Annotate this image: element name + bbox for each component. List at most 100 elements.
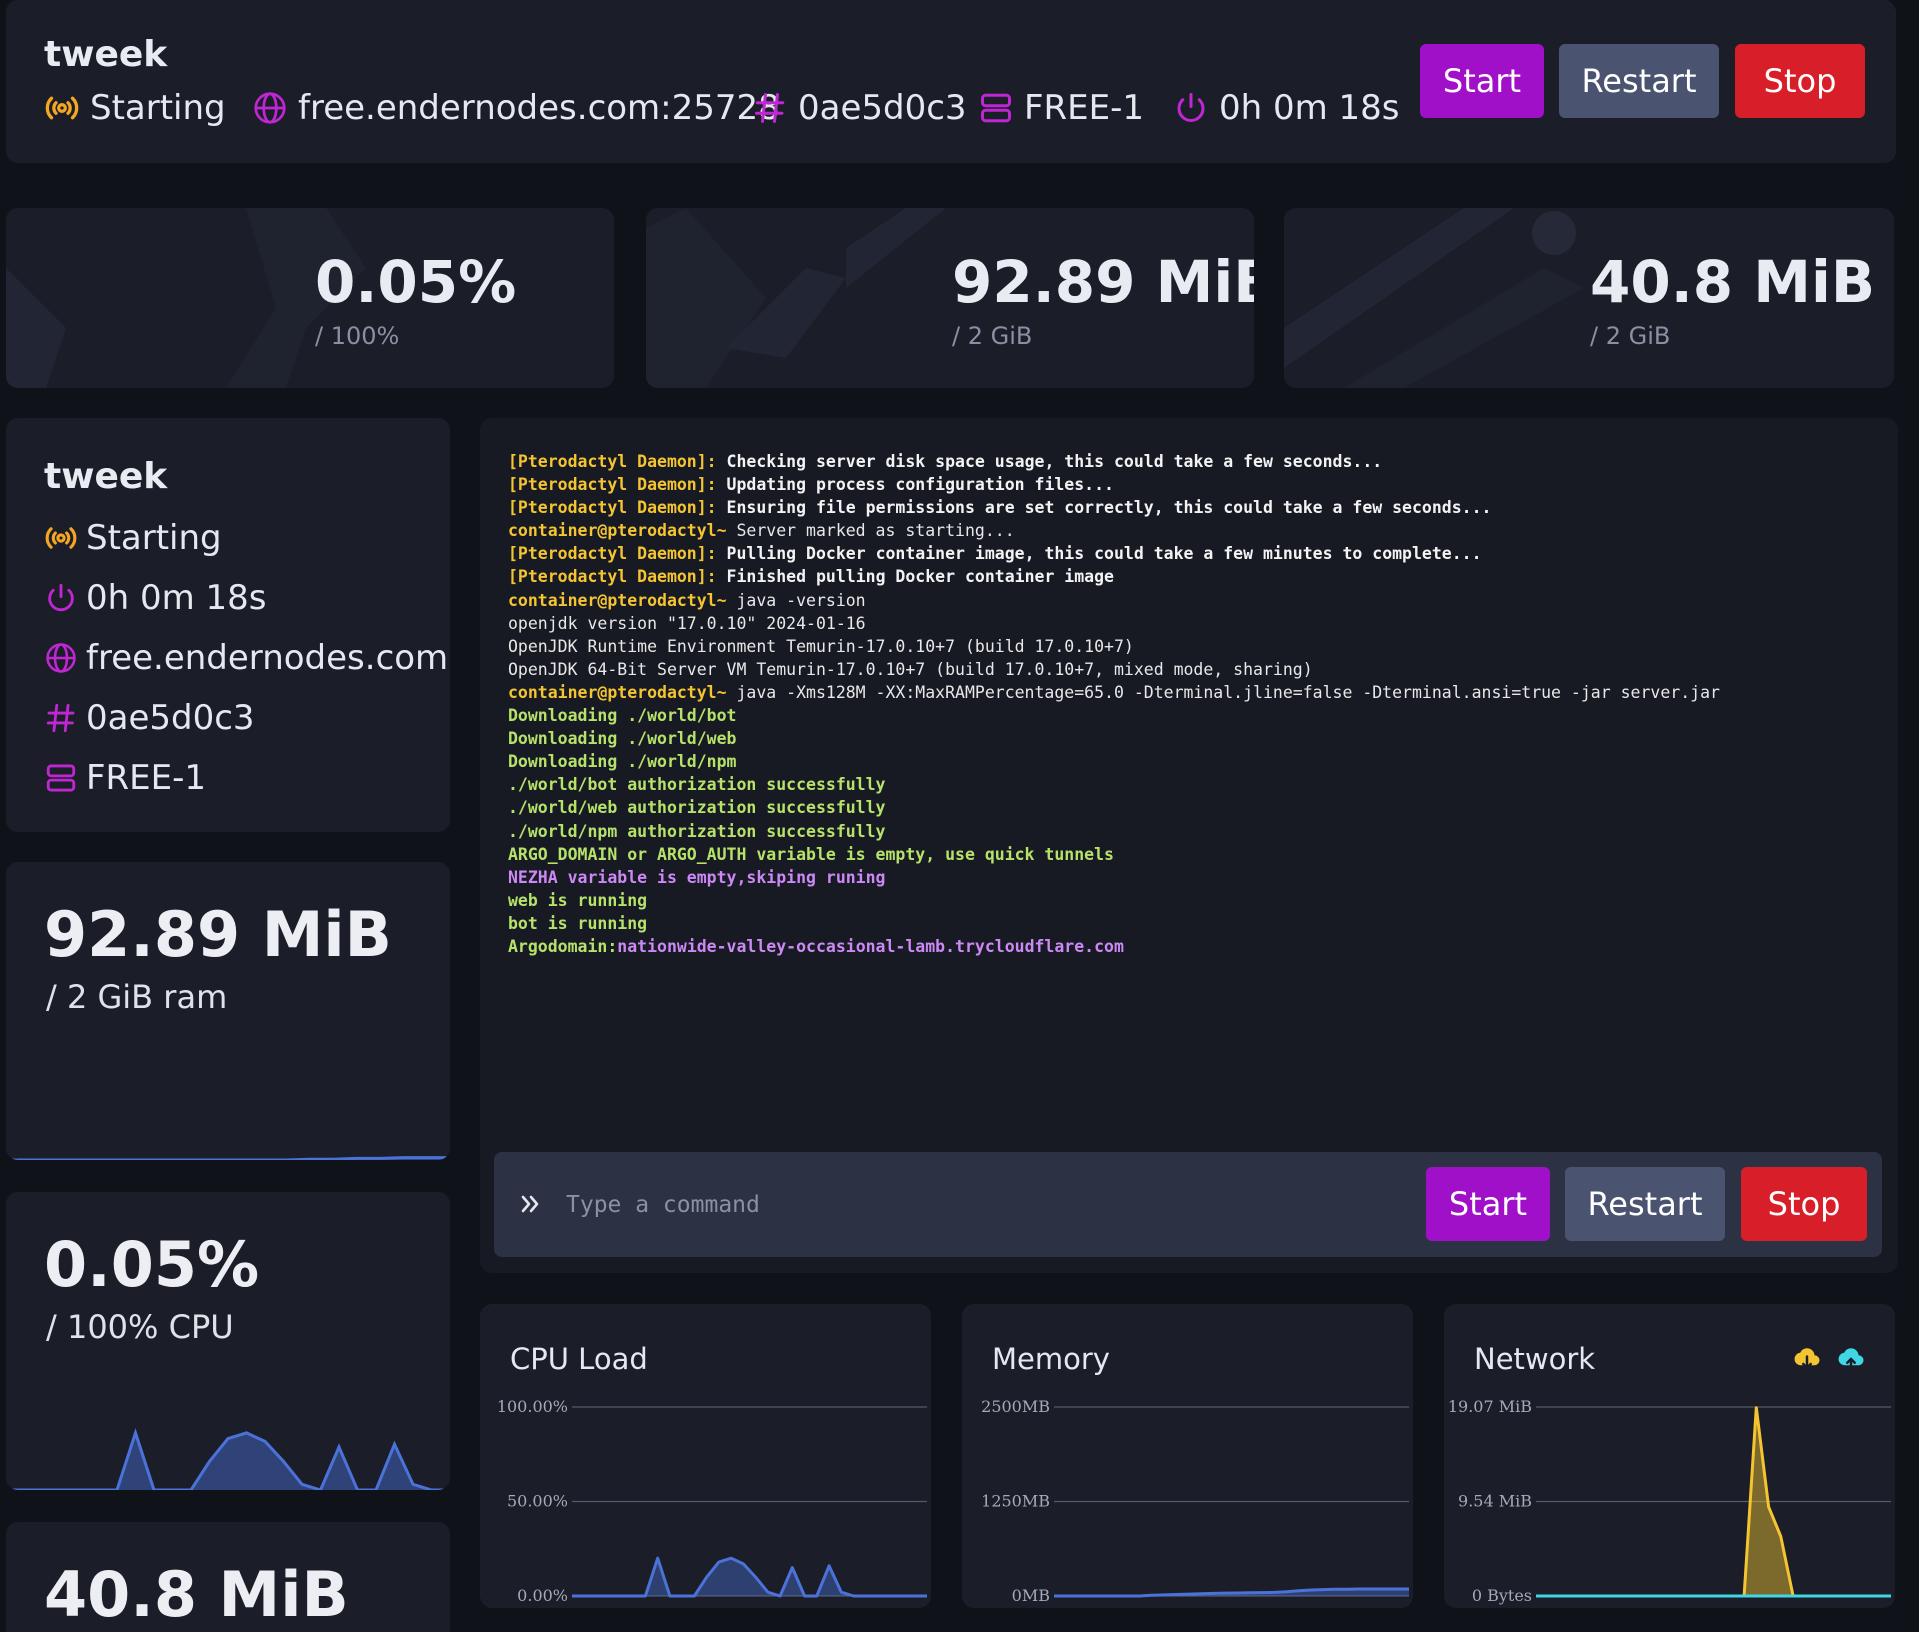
network-chart: 19.07 MiB 9.54 MiB 0 Bytes xyxy=(1448,1397,1891,1605)
console-start-button[interactable]: Start xyxy=(1426,1167,1550,1241)
server-node: FREE-1 xyxy=(978,88,1144,128)
sidebar-disk-value: 40.8 MiB xyxy=(44,1558,349,1631)
console-segment: Ensuring file permissions are set correc… xyxy=(716,498,1492,518)
uptime-text: 0h 0m 18s xyxy=(1219,88,1400,128)
console-line: ./world/npm authorization successfully xyxy=(508,820,1878,843)
broadcast-icon xyxy=(45,96,79,120)
stop-button[interactable]: Stop xyxy=(1735,44,1865,118)
console-line: [Pterodactyl Daemon]: Pulling Docker con… xyxy=(508,542,1878,565)
memory-stat-limit: / 2 GiB xyxy=(952,322,1033,350)
y-tick-label: 0 Bytes xyxy=(1472,1586,1532,1605)
command-input[interactable] xyxy=(566,1180,1386,1230)
console-segment: OpenJDK Runtime Environment Temurin-17.0… xyxy=(508,636,1134,656)
console-output: [Pterodactyl Daemon]: Checking server di… xyxy=(508,450,1878,958)
sidebar-node-text: FREE-1 xyxy=(86,758,207,798)
disk-stat-limit: / 2 GiB xyxy=(1590,322,1671,350)
console-segment: nationwide-valley-occasional-lamb.tryclo… xyxy=(617,936,1124,956)
console-segment: [Pterodactyl Daemon]: xyxy=(508,544,717,564)
double-chevron-right-icon xyxy=(521,1195,539,1213)
console-panel: [Pterodactyl Daemon]: Checking server di… xyxy=(480,418,1898,1273)
server-uptime: 0h 0m 18s xyxy=(1173,88,1400,128)
console-line: bot is running xyxy=(508,912,1878,935)
console-segment: java -version xyxy=(726,590,866,610)
sidebar-node: FREE-1 xyxy=(44,758,206,798)
sidebar-memory-card: 92.89 MiB / 2 GiB ram xyxy=(6,862,450,1160)
disk-stat-value: 40.8 MiB xyxy=(1590,248,1876,316)
sidebar-server-name: tweek xyxy=(44,456,168,497)
console-line: container@pterodactyl~ Server marked as … xyxy=(508,519,1878,542)
console-line: OpenJDK 64-Bit Server VM Temurin-17.0.10… xyxy=(508,658,1878,681)
sidebar-memory-sparkline xyxy=(6,1156,450,1160)
y-tick-label: 1250MB xyxy=(981,1492,1050,1511)
y-tick-label: 0MB xyxy=(1012,1586,1050,1605)
console-segment: web is running xyxy=(508,890,648,910)
power-icon xyxy=(48,583,74,612)
console-stop-button[interactable]: Stop xyxy=(1741,1167,1867,1241)
console-segment: container@pterodactyl~ xyxy=(508,521,727,541)
console-segment: ./world/npm authorization successfully xyxy=(508,821,886,841)
broadcast-icon xyxy=(45,527,77,549)
server-icon xyxy=(46,764,76,792)
server-icon xyxy=(981,93,1011,123)
status-text: Starting xyxy=(90,88,226,128)
console-restart-button[interactable]: Restart xyxy=(1565,1167,1725,1241)
y-tick-label: 2500MB xyxy=(981,1397,1050,1416)
sidebar-memory-limit: / 2 GiB ram xyxy=(46,978,228,1016)
id-text: 0ae5d0c3 xyxy=(798,88,967,128)
console-line: Downloading ./world/npm xyxy=(508,750,1878,773)
console-segment: Updating process configuration files... xyxy=(716,475,1114,495)
console-segment: java -Xms128M -XX:MaxRAMPercentage=65.0 … xyxy=(726,682,1720,702)
cpu-area xyxy=(572,1558,927,1596)
memory-stat-value: 92.89 MiB xyxy=(952,248,1254,316)
sidebar-memory-value: 92.89 MiB xyxy=(44,898,392,971)
sidebar-cpu-sparkline xyxy=(6,1428,450,1490)
globe-icon xyxy=(254,92,286,124)
sparkline-area xyxy=(6,1432,450,1490)
console-line: Downloading ./world/bot xyxy=(508,704,1878,727)
console-segment: Finished pulling Docker container image xyxy=(716,567,1114,587)
sidebar-status-text: Starting xyxy=(86,518,222,558)
console-line: Downloading ./world/web xyxy=(508,727,1878,750)
server-id: 0ae5d0c3 xyxy=(752,88,967,128)
sidebar-uptime-text: 0h 0m 18s xyxy=(86,578,267,618)
y-tick-label: 100.00% xyxy=(497,1397,568,1416)
console-segment: Downloading ./world/web xyxy=(508,729,737,749)
disk-stat-card: 40.8 MiB / 2 GiB xyxy=(1284,208,1894,388)
console-line: OpenJDK Runtime Environment Temurin-17.0… xyxy=(508,635,1878,658)
console-segment: ./world/bot authorization successfully xyxy=(508,775,886,795)
server-address[interactable]: free.endernodes.com:25728 xyxy=(252,88,780,128)
console-line: web is running xyxy=(508,889,1878,912)
cpu-decoration-icon xyxy=(6,208,366,388)
console-line: container@pterodactyl~ java -version xyxy=(508,589,1878,612)
console-line: openjdk version "17.0.10" 2024-01-16 xyxy=(508,612,1878,635)
server-info-card: tweek Starting 0h 0m 18s free.endernodes… xyxy=(6,418,450,832)
memory-stat-card: 92.89 MiB / 2 GiB xyxy=(646,208,1254,388)
sidebar-cpu-limit: / 100% CPU xyxy=(46,1308,234,1346)
console-segment: ./world/web authorization successfully xyxy=(508,798,886,818)
console-segment: container@pterodactyl~ xyxy=(508,590,727,610)
sidebar-address-text: free.endernodes.com:257 xyxy=(86,638,450,678)
console-line: [Pterodactyl Daemon]: Updating process c… xyxy=(508,473,1878,496)
console-segment: [Pterodactyl Daemon]: xyxy=(508,498,717,518)
console-segment: openjdk version "17.0.10" 2024-01-16 xyxy=(508,613,866,633)
hash-icon xyxy=(755,93,785,123)
console-segment: [Pterodactyl Daemon]: xyxy=(508,452,717,471)
restart-button[interactable]: Restart xyxy=(1559,44,1719,118)
sidebar-status: Starting xyxy=(44,518,222,558)
network-graph-card: Network 19.07 MiB 9.54 MiB 0 Bytes xyxy=(1444,1304,1895,1608)
console-line: NEZHA variable is empty,skiping runing xyxy=(508,866,1878,889)
console-segment: Downloading ./world/bot xyxy=(508,706,737,726)
console-segment: Server marked as starting... xyxy=(726,521,1015,541)
sidebar-address[interactable]: free.endernodes.com:257 xyxy=(44,638,450,678)
cpu-stat-value: 0.05% xyxy=(315,248,517,316)
y-tick-label: 9.54 MiB xyxy=(1458,1492,1532,1511)
start-button[interactable]: Start xyxy=(1420,44,1544,118)
sparkline-line xyxy=(6,1156,450,1160)
console-line: ./world/web authorization successfully xyxy=(508,796,1878,819)
console-line: [Pterodactyl Daemon]: Checking server di… xyxy=(508,450,1878,473)
y-tick-label: 19.07 MiB xyxy=(1448,1397,1532,1416)
console-segment: container@pterodactyl~ xyxy=(508,682,727,702)
console-line: ./world/bot authorization successfully xyxy=(508,773,1878,796)
console-segment: bot is running xyxy=(508,913,648,933)
console-line: ARGO_DOMAIN or ARGO_AUTH variable is emp… xyxy=(508,843,1878,866)
